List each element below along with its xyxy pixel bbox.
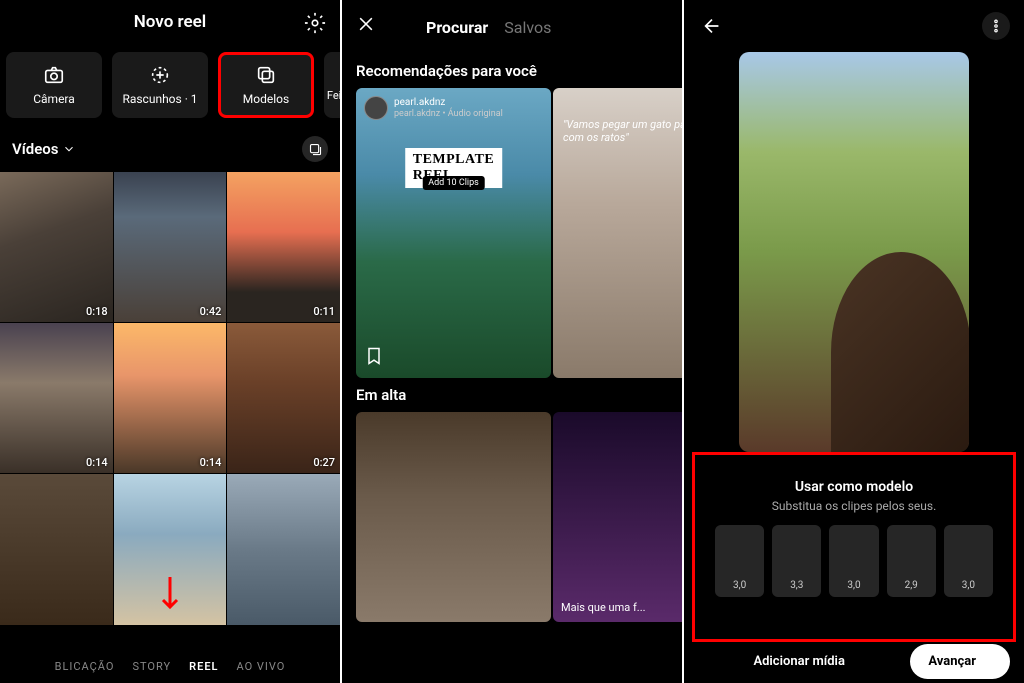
drafts-icon bbox=[149, 64, 171, 86]
bottom-actions: Adicionar mídia Avançar bbox=[684, 642, 1024, 681]
duration: 0:18 bbox=[86, 305, 108, 318]
more-icon[interactable] bbox=[982, 12, 1010, 40]
tab-live[interactable]: AO VIVO bbox=[236, 660, 285, 673]
tab-saved[interactable]: Salvos bbox=[504, 18, 551, 37]
tab-templates[interactable]: Modelos bbox=[218, 52, 314, 118]
panel-title: Usar como modelo bbox=[715, 479, 993, 495]
duration: 0:27 bbox=[313, 456, 335, 469]
header bbox=[684, 0, 1024, 52]
reel-card[interactable]: Mais que uma f... bbox=[553, 412, 682, 622]
overlay-subtitle: Add 10 Clips bbox=[422, 176, 485, 190]
settings-icon[interactable] bbox=[304, 12, 326, 38]
bookmark-icon[interactable] bbox=[364, 346, 384, 370]
clip-slots: 3,0 3,3 3,0 2,9 3,0 bbox=[715, 525, 993, 597]
author-name: pearl.akdnz bbox=[394, 97, 503, 109]
recommendations-row: pearl.akdnz pearl.akdnz • Áudio original… bbox=[342, 88, 682, 378]
tab-camera[interactable]: Câmera bbox=[6, 52, 102, 118]
back-icon[interactable] bbox=[698, 12, 726, 40]
tab-label: Rascunhos · 1 bbox=[122, 92, 197, 106]
video-thumb[interactable]: 0:42 bbox=[114, 172, 227, 322]
create-tabs: Câmera Rascunhos · 1 Modelos Feito bbox=[0, 44, 340, 126]
gallery-dropdown[interactable]: Vídeos bbox=[12, 140, 76, 158]
tab-story[interactable]: STORY bbox=[132, 660, 171, 673]
video-grid: 0:18 0:42 0:11 0:14 0:14 0:27 bbox=[0, 172, 340, 625]
audio-label: pearl.akdnz • Áudio original bbox=[394, 109, 503, 120]
reel-author[interactable]: pearl.akdnz pearl.akdnz • Áudio original bbox=[364, 96, 503, 120]
tab-made[interactable]: Feito bbox=[324, 52, 340, 118]
bottom-mode-tabs: BLICAÇÃO STORY REEL AO VIVO bbox=[0, 660, 340, 673]
top-tabs: Procurar Salvos bbox=[426, 18, 551, 37]
tab-label: Modelos bbox=[243, 92, 289, 106]
video-thumb[interactable]: 0:11 bbox=[227, 172, 340, 322]
chevron-down-icon bbox=[62, 142, 76, 156]
templates-icon bbox=[255, 64, 277, 86]
recommendations-title: Recomendações para você bbox=[342, 54, 682, 88]
video-thumb[interactable] bbox=[0, 474, 113, 624]
close-icon[interactable] bbox=[356, 14, 376, 40]
annotation-arrow-icon bbox=[158, 575, 182, 623]
reel-quote: "Vamos pegar um gato para acabar com os … bbox=[563, 118, 682, 144]
clip-slot[interactable]: 3,0 bbox=[715, 525, 764, 597]
clip-slot[interactable]: 3,0 bbox=[829, 525, 878, 597]
duration: 0:11 bbox=[313, 305, 335, 318]
video-thumb[interactable]: 0:18 bbox=[0, 172, 113, 322]
trending-title: Em alta bbox=[342, 378, 682, 412]
clip-slot[interactable]: 3,3 bbox=[772, 525, 821, 597]
header: Procurar Salvos bbox=[342, 0, 682, 54]
header: Novo reel bbox=[0, 0, 340, 44]
camera-icon bbox=[43, 64, 65, 86]
template-panel: Usar como modelo Substitua os clipes pel… bbox=[692, 452, 1016, 642]
tab-drafts[interactable]: Rascunhos · 1 bbox=[112, 52, 208, 118]
tab-reel[interactable]: REEL bbox=[189, 660, 218, 673]
avatar bbox=[364, 96, 388, 120]
chevron-right-icon bbox=[980, 656, 992, 668]
next-button[interactable]: Avançar bbox=[910, 644, 1010, 679]
video-thumb[interactable]: 0:14 bbox=[0, 323, 113, 473]
tab-label: Câmera bbox=[33, 92, 75, 106]
video-thumb[interactable] bbox=[227, 474, 340, 624]
duration: 0:42 bbox=[200, 305, 222, 318]
page-title: Novo reel bbox=[134, 12, 206, 32]
panel-subtitle: Substitua os clipes pelos seus. bbox=[715, 499, 993, 513]
trending-row: Mais que uma f... bbox=[342, 412, 682, 622]
screen-template-editor: Usar como modelo Substitua os clipes pel… bbox=[684, 0, 1024, 683]
screen-new-reel: Novo reel Câmera Rascunhos · 1 Modelos F… bbox=[0, 0, 340, 683]
duration: 0:14 bbox=[200, 456, 222, 469]
tab-label: Feito bbox=[327, 89, 340, 102]
template-preview[interactable] bbox=[739, 52, 969, 452]
multi-select-icon[interactable] bbox=[302, 136, 328, 162]
preview-content bbox=[831, 252, 969, 452]
reel-caption: Mais que uma f... bbox=[561, 601, 646, 614]
video-thumb[interactable]: 0:14 bbox=[114, 323, 227, 473]
duration: 0:14 bbox=[86, 456, 108, 469]
add-media-button[interactable]: Adicionar mídia bbox=[698, 642, 900, 681]
screen-browse-templates: Procurar Salvos Recomendações para você … bbox=[342, 0, 682, 683]
video-thumb[interactable]: 0:27 bbox=[227, 323, 340, 473]
reel-card[interactable]: "Vamos pegar um gato para acabar com os … bbox=[553, 88, 682, 378]
reel-card[interactable]: pearl.akdnz pearl.akdnz • Áudio original… bbox=[356, 88, 551, 378]
reel-card[interactable] bbox=[356, 412, 551, 622]
clip-slot[interactable]: 2,9 bbox=[887, 525, 936, 597]
gallery-section-header: Vídeos bbox=[0, 126, 340, 172]
tab-search[interactable]: Procurar bbox=[426, 18, 488, 37]
clip-slot[interactable]: 3,0 bbox=[944, 525, 993, 597]
tab-post[interactable]: BLICAÇÃO bbox=[55, 660, 115, 673]
